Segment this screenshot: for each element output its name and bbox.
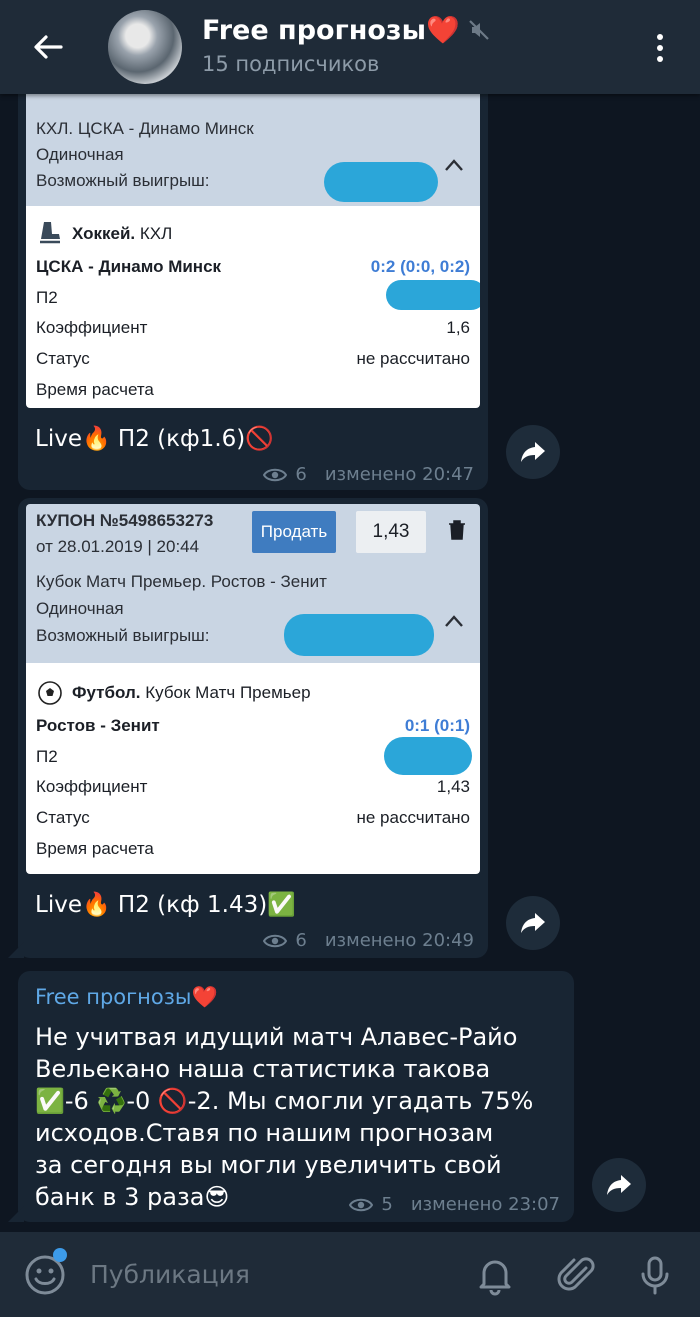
view-count: 6 <box>295 930 307 951</box>
message-input[interactable]: Публикация <box>90 1260 250 1289</box>
league-name: КХЛ <box>139 224 173 243</box>
voice-message-button[interactable] <box>634 1254 676 1296</box>
forward-button[interactable] <box>506 425 560 479</box>
view-count: 6 <box>295 464 307 485</box>
redaction-mark <box>324 162 438 202</box>
message-meta: 5 изменено 23:07 <box>349 1194 560 1215</box>
message-line: Не учитвая идущий матч Алавес-Райо <box>35 1023 518 1051</box>
channel-avatar[interactable] <box>108 10 182 84</box>
coef-value: 1,6 <box>446 318 470 337</box>
coupon-bet-type: Одиночная <box>36 599 124 618</box>
redaction-mark <box>386 280 480 310</box>
message-bubble-3[interactable]: Free прогнозы❤️ Не учитвая идущий матч А… <box>18 971 574 1222</box>
share-arrow-icon <box>521 913 545 933</box>
trash-icon <box>449 520 465 540</box>
coef-label: Коэффициент <box>36 318 148 337</box>
status-value: не рассчитано <box>356 349 470 368</box>
notification-bell-button[interactable] <box>474 1254 516 1296</box>
coupon-bet-type: Одиночная <box>36 145 124 164</box>
message-line: за сегодня вы могли увеличить свой <box>35 1151 502 1179</box>
message-line: исходов.Ставя по нашим прогнозам <box>35 1119 494 1147</box>
sport-name: Хоккей. <box>72 224 136 243</box>
view-count: 5 <box>381 1194 393 1215</box>
edited-time: изменено 20:47 <box>324 464 474 485</box>
message-caption: Live🔥 П2 (кф 1.43)✅ <box>35 892 296 918</box>
share-arrow-icon <box>521 442 545 462</box>
paperclip-icon <box>557 1257 595 1291</box>
coupon-screenshot-2: КУПОН №5498653273 от 28.01.2019 | 20:44 … <box>26 504 480 874</box>
eye-icon <box>349 1198 374 1211</box>
subscriber-count: 15 подписчиков <box>202 52 380 76</box>
edited-time: изменено 20:49 <box>324 930 474 951</box>
soccer-ball-icon <box>38 681 62 705</box>
message-composer: Публикация <box>0 1232 700 1317</box>
eye-icon <box>263 934 288 947</box>
forward-button[interactable] <box>592 1158 646 1212</box>
coupon-win-label: Возможный выигрыш: <box>36 171 210 190</box>
back-button[interactable] <box>28 29 68 65</box>
pick: П2 <box>36 747 58 766</box>
coef-value: 1,43 <box>436 777 470 796</box>
coef-label: Коэффициент <box>36 777 148 796</box>
microphone-icon <box>641 1256 669 1295</box>
match-name: Ростов - Зенит <box>36 716 160 735</box>
redaction-mark <box>284 614 434 656</box>
calc-time-label: Время расчета <box>36 380 154 399</box>
message-line: Вельекано наша статистика такова <box>35 1055 491 1083</box>
message-meta: 6 изменено 20:49 <box>263 930 474 951</box>
sender-name: Free прогнозы❤️ <box>35 985 218 1009</box>
more-options-button[interactable] <box>648 30 672 66</box>
calc-time-label: Время расчета <box>36 839 154 858</box>
coupon-date: от 28.01.2019 | 20:44 <box>36 537 200 556</box>
coupon-event-line: Кубок Матч Премьер. Ростов - Зенит <box>36 572 327 591</box>
bell-icon <box>479 1260 511 1296</box>
status-label: Статус <box>36 349 90 368</box>
chevron-up-icon <box>445 159 463 171</box>
coupon-screenshot-1: КХЛ. ЦСКА - Динамо Минск Одиночная Возмо… <box>26 76 480 408</box>
chevron-up-icon <box>445 615 463 627</box>
chat-header: Free прогнозы❤️ 15 подписчиков <box>0 0 700 94</box>
message-text: Не учитвая идущий матч Алавес-Райо Велье… <box>35 1021 533 1213</box>
forward-button[interactable] <box>506 896 560 950</box>
league-name: Кубок Матч Премьер <box>145 683 311 702</box>
message-meta: 6 изменено 20:47 <box>263 464 474 485</box>
message-line: ✅-6 ♻️-0 🚫-2. Мы смогли угадать 75% <box>35 1087 534 1115</box>
match-score: 0:2 (0:0, 0:2) <box>370 257 470 276</box>
coupon-win-label: Возможный выигрыш: <box>36 626 210 645</box>
arrow-left-icon <box>34 35 63 59</box>
channel-title[interactable]: Free прогнозы❤️ <box>202 14 490 46</box>
muted-icon <box>468 20 489 40</box>
edited-time: изменено 23:07 <box>410 1194 560 1215</box>
sport-name: Футбол. <box>72 683 141 702</box>
share-arrow-icon <box>607 1175 631 1195</box>
hockey-skate-icon <box>40 222 60 244</box>
coupon-number: КУПОН №5498653273 <box>36 511 214 530</box>
coupon-event-line: КХЛ. ЦСКА - Динамо Минск <box>36 119 254 138</box>
match-score: 0:1 (0:1) <box>404 716 470 735</box>
match-name: ЦСКА - Динамо Минск <box>36 257 222 276</box>
new-indicator-dot <box>53 1248 67 1262</box>
total-odds: 1,43 <box>356 511 426 553</box>
pick: П2 <box>36 288 58 307</box>
message-caption: Live🔥 П2 (кф1.6)🚫 <box>35 426 274 452</box>
redaction-mark <box>384 737 472 775</box>
sell-button: Продать <box>252 511 336 553</box>
message-bubble-2[interactable]: КУПОН №5498653273 от 28.01.2019 | 20:44 … <box>18 498 488 958</box>
status-value: не рассчитано <box>356 808 470 827</box>
channel-title-text: Free прогнозы❤️ <box>202 15 460 46</box>
eye-icon <box>263 468 288 481</box>
status-label: Статус <box>36 808 90 827</box>
dots-vertical-icon <box>657 34 663 40</box>
message-bubble-1[interactable]: КХЛ. ЦСКА - Динамо Минск Одиночная Возмо… <box>18 70 488 490</box>
attach-button[interactable] <box>556 1254 598 1296</box>
